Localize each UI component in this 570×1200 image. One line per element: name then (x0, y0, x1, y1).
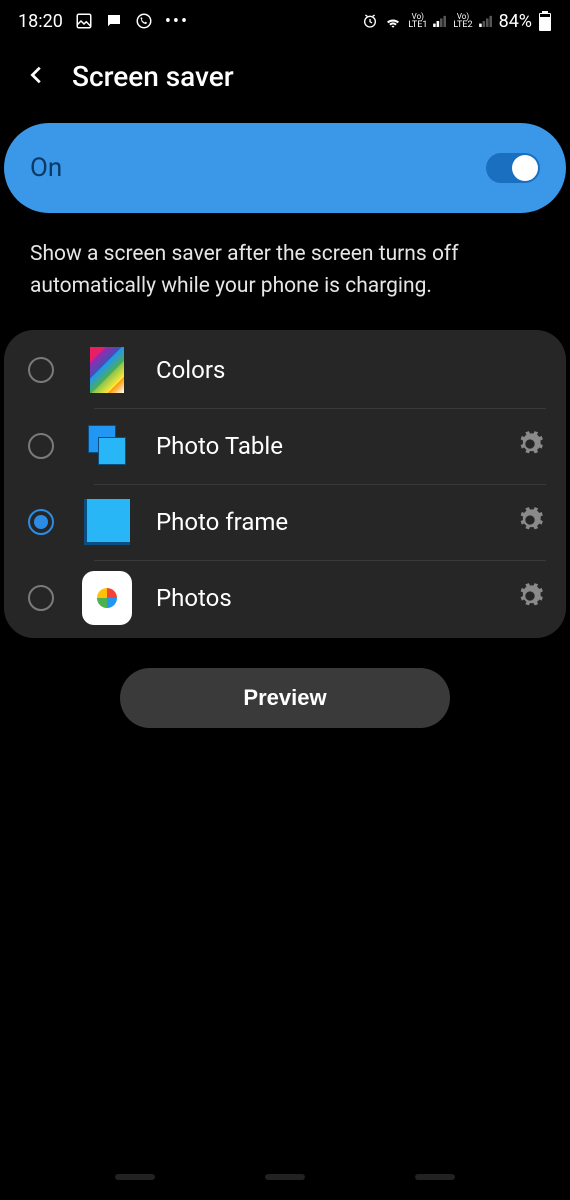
description-text: Show a screen saver after the screen tur… (0, 213, 570, 324)
image-icon (75, 12, 93, 30)
radio-photos[interactable] (28, 585, 54, 611)
settings-button-photo-frame[interactable] (516, 506, 544, 538)
colors-icon (82, 345, 132, 395)
settings-button-photo-table[interactable] (516, 430, 544, 462)
options-list: Colors Photo Table Photo frame Photos (4, 330, 566, 638)
nav-recent[interactable] (115, 1174, 155, 1180)
toggle-label: On (30, 153, 62, 183)
status-left: 18:20 ••• (18, 11, 189, 32)
alarm-icon (362, 13, 378, 29)
navigation-bar (0, 1174, 570, 1200)
option-label: Photo Table (156, 432, 516, 460)
option-label: Photos (156, 584, 516, 612)
photo-frame-icon (82, 497, 132, 547)
signal2-icon (479, 15, 493, 27)
preview-button[interactable]: Preview (120, 668, 450, 728)
sim1-icon: Vo)LTE1 (408, 12, 427, 30)
nav-back[interactable] (415, 1174, 455, 1180)
master-toggle-card[interactable]: On (4, 123, 566, 213)
back-button[interactable] (26, 64, 48, 90)
wifi-icon (384, 14, 402, 28)
toggle-switch[interactable] (486, 153, 540, 183)
option-photos[interactable]: Photos (4, 560, 566, 636)
gear-icon (516, 582, 544, 610)
gear-icon (516, 430, 544, 458)
back-arrow-icon (26, 64, 48, 86)
status-right: Vo)LTE1 Vo)LTE2 84% (362, 11, 552, 32)
whatsapp-icon (135, 12, 153, 30)
radio-photo-table[interactable] (28, 433, 54, 459)
nav-home[interactable] (265, 1174, 305, 1180)
page-title: Screen saver (72, 60, 234, 93)
option-photo-table[interactable]: Photo Table (4, 408, 566, 484)
option-label: Colors (156, 356, 544, 384)
google-photos-icon (82, 573, 132, 623)
sim2-icon: Vo)LTE2 (453, 12, 472, 30)
battery-icon (538, 11, 552, 31)
status-bar: 18:20 ••• Vo)LTE1 Vo)LTE2 84% (0, 0, 570, 42)
message-icon (105, 12, 123, 30)
radio-photo-frame[interactable] (28, 509, 54, 535)
photo-table-icon (82, 421, 132, 471)
option-photo-frame[interactable]: Photo frame (4, 484, 566, 560)
toggle-knob (512, 155, 538, 181)
battery-percent: 84% (499, 11, 532, 32)
gear-icon (516, 506, 544, 534)
option-label: Photo frame (156, 508, 516, 536)
settings-button-photos[interactable] (516, 582, 544, 614)
option-colors[interactable]: Colors (4, 332, 566, 408)
status-time: 18:20 (18, 11, 63, 32)
header: Screen saver (0, 42, 570, 119)
more-icon: ••• (165, 11, 189, 32)
radio-colors[interactable] (28, 357, 54, 383)
signal1-icon (433, 15, 447, 27)
